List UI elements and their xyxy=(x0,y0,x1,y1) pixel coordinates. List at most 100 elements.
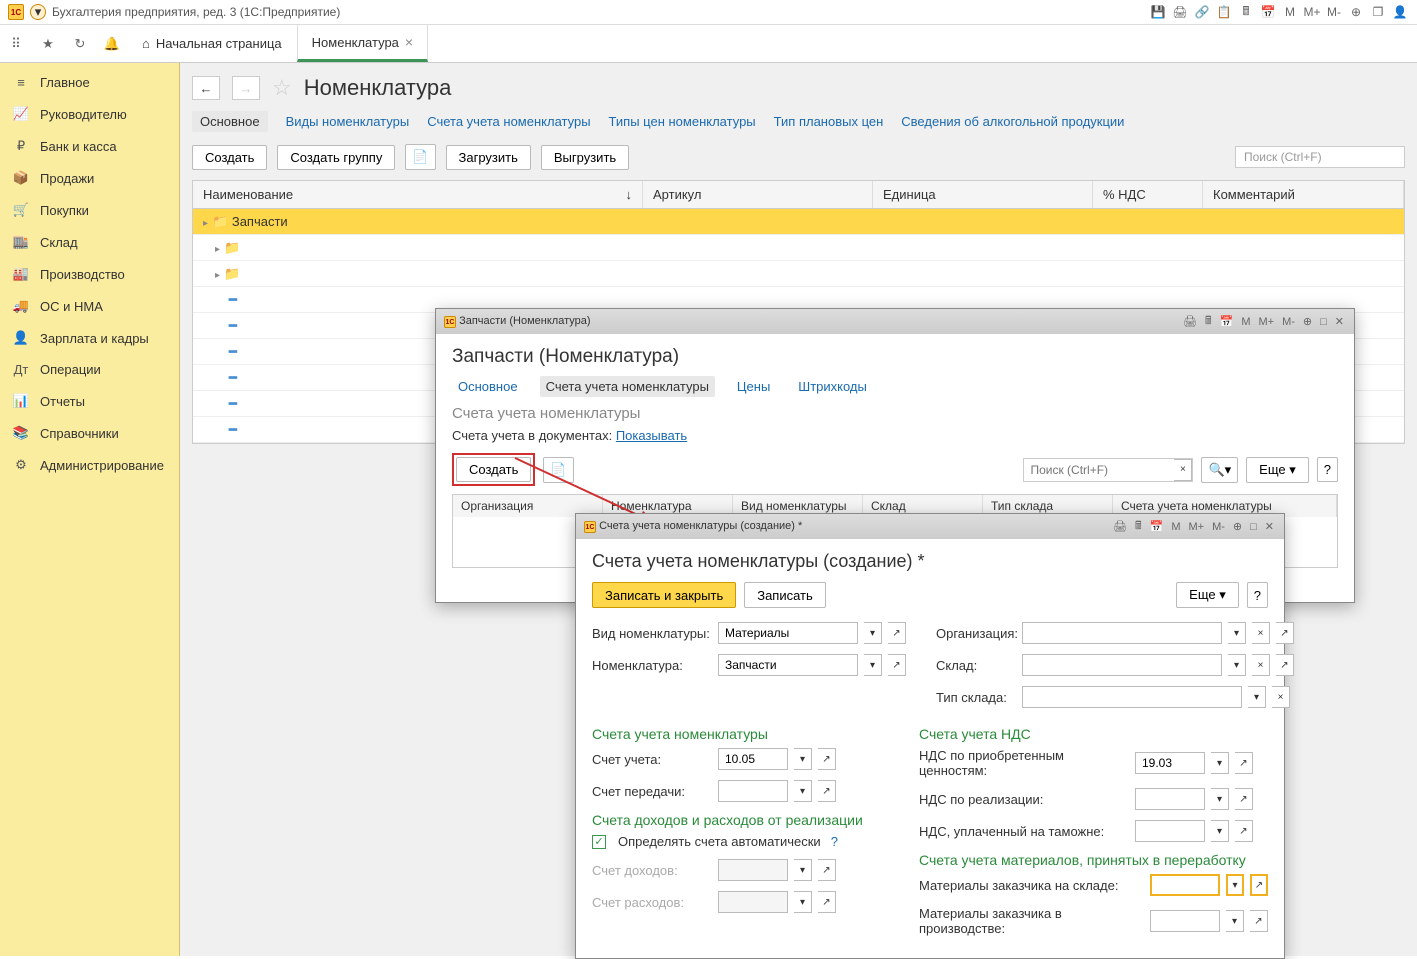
calendar-icon[interactable]: 📅 xyxy=(1148,520,1166,533)
search-input[interactable]: Поиск (Ctrl+F) xyxy=(1235,146,1405,168)
calc-icon[interactable]: 🖩 xyxy=(1237,3,1255,21)
pop1-tab-prices[interactable]: Цены xyxy=(731,376,776,397)
m-minus-icon[interactable]: M- xyxy=(1280,316,1297,328)
m-plus-icon[interactable]: M+ xyxy=(1186,521,1206,533)
print-icon[interactable]: 🖨 xyxy=(1171,3,1189,21)
sidebar-item-admin[interactable]: ⚙Администрирование xyxy=(0,449,179,481)
vat-acq-input[interactable] xyxy=(1135,752,1205,774)
sidebar-item-main[interactable]: ≡Главное xyxy=(0,67,179,98)
mat-prod-input[interactable] xyxy=(1150,910,1220,932)
apps-icon[interactable]: ⠿ xyxy=(6,34,26,54)
table-row[interactable]: ▸📁 xyxy=(193,261,1404,287)
tab-nomenclature[interactable]: Номенклатура × xyxy=(297,25,428,62)
popup1-search-input[interactable] xyxy=(1024,459,1174,481)
open-icon[interactable]: ↗ xyxy=(1235,788,1253,810)
back-button[interactable]: ← xyxy=(192,76,220,100)
zoom-icon[interactable]: ⊕ xyxy=(1301,315,1314,328)
maximize-icon[interactable]: □ xyxy=(1318,316,1329,328)
open-icon[interactable]: ↗ xyxy=(1250,874,1268,896)
open-icon[interactable]: ↗ xyxy=(888,654,906,676)
m-icon[interactable]: M xyxy=(1281,3,1299,21)
sidebar-item-manager[interactable]: 📈Руководителю xyxy=(0,98,179,130)
open-icon[interactable]: ↗ xyxy=(1276,654,1294,676)
calendar-icon[interactable]: 📅 xyxy=(1218,315,1236,328)
sidebar-item-purchases[interactable]: 🛒Покупки xyxy=(0,194,179,226)
m-icon[interactable]: M xyxy=(1169,521,1182,533)
star-icon[interactable]: ★ xyxy=(38,34,58,54)
col-unit[interactable]: Единица xyxy=(873,181,1093,208)
dropdown-icon[interactable]: ▾ xyxy=(1211,788,1229,810)
save-button[interactable]: Записать xyxy=(744,582,826,608)
calendar-icon[interactable]: 📅 xyxy=(1259,3,1277,21)
dropdown-icon[interactable]: ▾ xyxy=(1226,874,1244,896)
popup1-titlebar[interactable]: 1C Запчасти (Номенклатура) 🖨 🖩 📅 M M+ M-… xyxy=(436,309,1354,334)
subtab-alcohol[interactable]: Сведения об алкогольной продукции xyxy=(901,114,1124,129)
m-plus-icon[interactable]: M+ xyxy=(1303,3,1321,21)
subtab-accounts[interactable]: Счета учета номенклатуры xyxy=(427,114,590,129)
m-icon[interactable]: M xyxy=(1239,316,1252,328)
clipboard-icon[interactable]: 📋 xyxy=(1215,3,1233,21)
dropdown-icon[interactable]: ▾ xyxy=(864,622,882,644)
open-icon[interactable]: ↗ xyxy=(818,748,836,770)
clear-icon[interactable]: × xyxy=(1272,686,1290,708)
create-button[interactable]: Создать xyxy=(192,145,267,170)
dropdown-icon[interactable]: ▾ xyxy=(1228,622,1246,644)
sidebar-item-warehouse[interactable]: 🏬Склад xyxy=(0,226,179,258)
print-icon[interactable]: 🖨 xyxy=(1111,520,1129,533)
popup1-create-button[interactable]: Создать xyxy=(456,457,531,482)
nom-input[interactable] xyxy=(718,654,858,676)
tab-close-icon[interactable]: × xyxy=(405,34,413,50)
clone-button[interactable]: 📄 xyxy=(543,457,573,483)
sidebar-item-bank[interactable]: ₽Банк и касса xyxy=(0,130,179,162)
open-icon[interactable]: ↗ xyxy=(888,622,906,644)
m-minus-icon[interactable]: M- xyxy=(1325,3,1343,21)
zoom-icon[interactable]: ⊕ xyxy=(1347,3,1365,21)
sidebar-item-sales[interactable]: 📦Продажи xyxy=(0,162,179,194)
open-icon[interactable]: ↗ xyxy=(1250,910,1268,932)
docs-link[interactable]: Показывать xyxy=(616,428,687,443)
col-vat[interactable]: % НДС xyxy=(1093,181,1203,208)
col-name[interactable]: Наименование ↓ xyxy=(193,181,643,208)
favorite-icon[interactable]: ☆ xyxy=(272,75,292,101)
kind-input[interactable] xyxy=(718,622,858,644)
org-input[interactable] xyxy=(1022,622,1222,644)
more-button[interactable]: Еще ▾ xyxy=(1176,582,1239,608)
search-button[interactable]: 🔍▾ xyxy=(1201,457,1238,483)
calc-icon[interactable]: 🖩 xyxy=(1203,312,1214,331)
popup2-titlebar[interactable]: 1C Счета учета номенклатуры (создание) *… xyxy=(576,514,1284,539)
sidebar-item-catalogs[interactable]: 📚Справочники xyxy=(0,417,179,449)
subtab-kinds[interactable]: Виды номенклатуры xyxy=(286,114,410,129)
sidebar-item-os[interactable]: 🚚ОС и НМА xyxy=(0,290,179,322)
subtab-planprice[interactable]: Тип плановых цен xyxy=(774,114,884,129)
close-icon[interactable]: ✕ xyxy=(1333,315,1346,328)
clone-button[interactable]: 📄 xyxy=(405,144,435,170)
maximize-icon[interactable]: □ xyxy=(1248,521,1259,533)
dropdown-icon[interactable]: ▾ xyxy=(1226,910,1244,932)
dropdown-icon[interactable]: ▾ xyxy=(794,748,812,770)
mat-wh-input[interactable] xyxy=(1150,874,1220,896)
subtab-main[interactable]: Основное xyxy=(192,111,268,132)
clear-icon[interactable]: × xyxy=(1252,622,1270,644)
acc-input[interactable] xyxy=(718,748,788,770)
dropdown-icon[interactable]: ▾ xyxy=(794,780,812,802)
pop1-tab-accounts[interactable]: Счета учета номенклатуры xyxy=(540,376,715,397)
auto-checkbox[interactable]: ✓ xyxy=(592,835,606,849)
whtype-input[interactable] xyxy=(1022,686,1242,708)
bell-icon[interactable]: 🔔 xyxy=(102,34,122,54)
window-icon[interactable]: ❐ xyxy=(1369,3,1387,21)
pop1-tab-barcodes[interactable]: Штрихкоды xyxy=(792,376,873,397)
dropdown-icon[interactable]: ▾ xyxy=(1211,820,1229,842)
table-row[interactable]: ▸📁 Запчасти xyxy=(193,209,1404,235)
create-group-button[interactable]: Создать группу xyxy=(277,145,395,170)
dropdown-icon[interactable]: ▾ xyxy=(1228,654,1246,676)
clear-icon[interactable]: × xyxy=(1252,654,1270,676)
wh-input[interactable] xyxy=(1022,654,1222,676)
m-plus-icon[interactable]: M+ xyxy=(1256,316,1276,328)
sidebar-item-salary[interactable]: 👤Зарплата и кадры xyxy=(0,322,179,354)
col-comment[interactable]: Комментарий xyxy=(1203,181,1404,208)
table-row[interactable]: ▸📁 xyxy=(193,235,1404,261)
transfer-input[interactable] xyxy=(718,780,788,802)
sidebar-item-reports[interactable]: 📊Отчеты xyxy=(0,385,179,417)
user-icon[interactable]: 👤 xyxy=(1391,3,1409,21)
dropdown-icon[interactable]: ▾ xyxy=(864,654,882,676)
